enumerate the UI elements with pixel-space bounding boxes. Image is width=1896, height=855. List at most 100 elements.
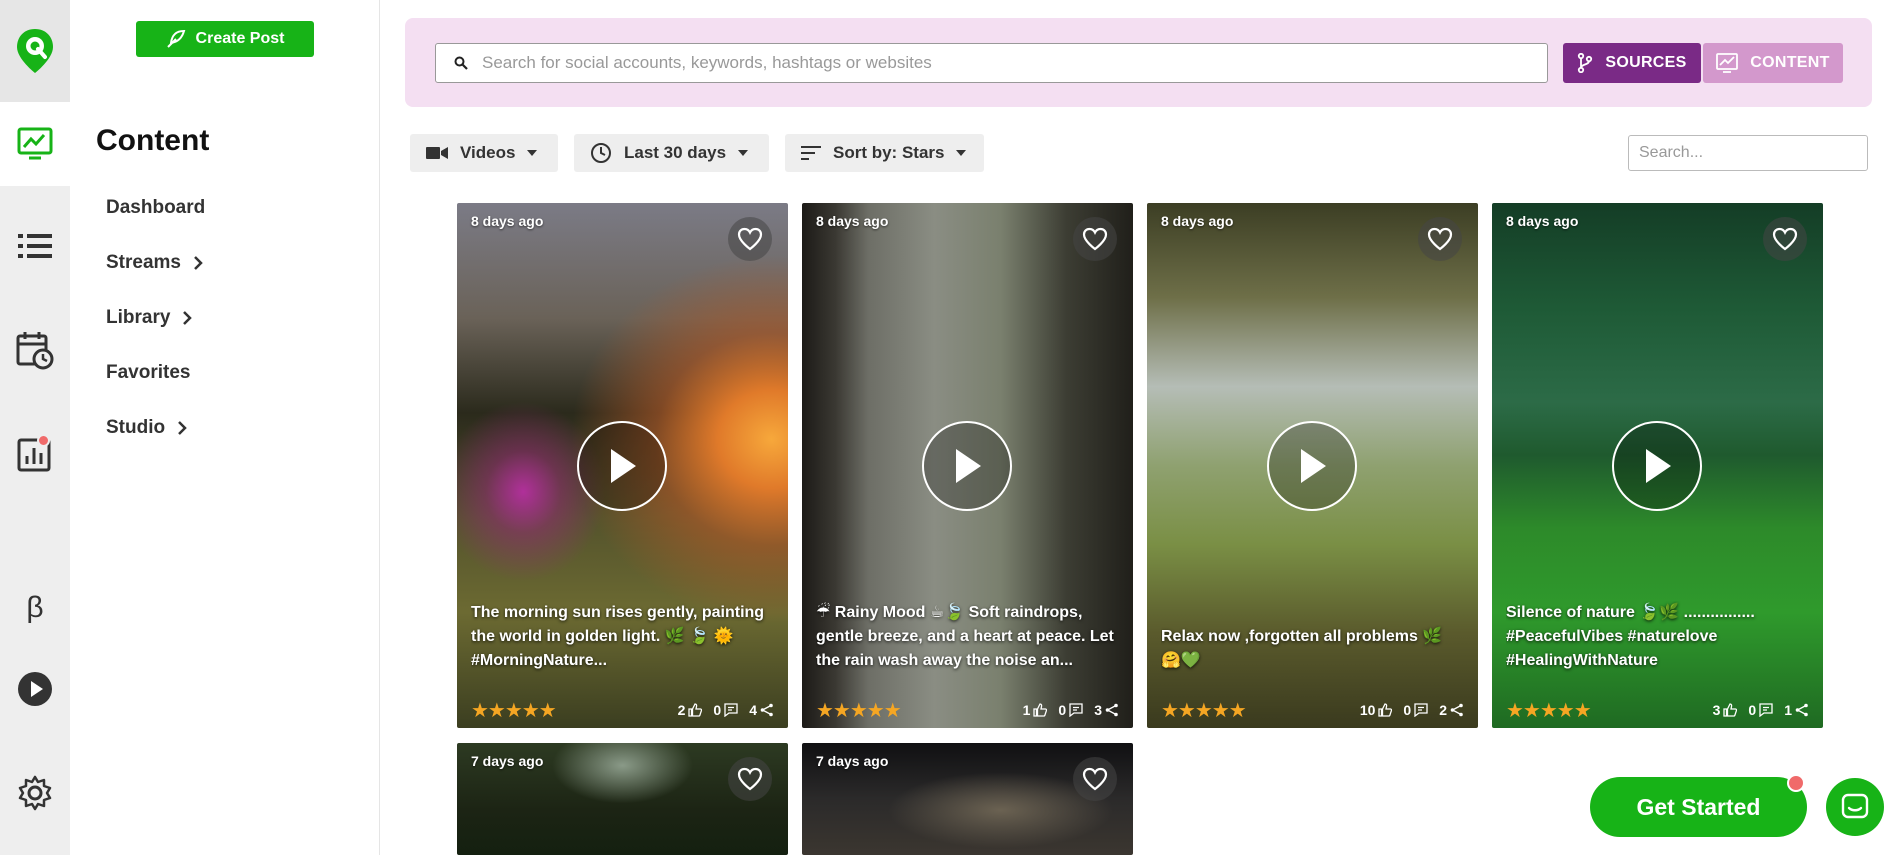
favorite-heart-icon[interactable] [1418,217,1462,261]
play-button[interactable] [1612,421,1702,511]
beta-icon[interactable]: β [0,578,70,638]
content-card[interactable]: 7 days ago [802,743,1133,855]
share-icon [1795,703,1808,717]
card-footer: ★★★★★ 10 0 2 [1161,698,1464,723]
nav-item-label: Studio [106,417,166,438]
post-age: 8 days ago [1161,213,1234,229]
post-caption: Silence of nature 🍃🌿 ................ #P… [1506,604,1755,669]
content-card[interactable]: 8 days ago Relax now ,forgotten all prob… [1147,203,1478,728]
caret-down-icon [738,150,749,156]
play-icon [611,449,636,483]
comment-count: 0 [1403,702,1412,718]
like-count: 1 [1022,702,1031,718]
chat-launcher-button[interactable] [1826,778,1884,836]
post-caption: The morning sun rises gently, painting t… [471,604,765,669]
favorite-heart-icon[interactable] [728,757,772,801]
nav-item-label: Dashboard [106,197,206,218]
play-icon [1301,449,1326,483]
star-rating[interactable]: ★★★★★ [471,698,557,723]
content-icon[interactable] [0,102,70,186]
content-card[interactable]: 8 days ago Silence of nature 🍃🌿 ........… [1492,203,1823,728]
gear-icon[interactable] [0,763,70,823]
chevron-right-icon [178,421,187,435]
logo-icon[interactable] [0,0,70,102]
page-title: Content [96,124,210,157]
comment-icon [1414,703,1428,717]
content-search-input[interactable] [1628,135,1868,171]
engagement-stats: 3 0 1 [1713,702,1809,718]
streams-list-icon[interactable] [0,216,70,276]
favorite-heart-icon[interactable] [1073,757,1117,801]
favorite-heart-icon[interactable] [1763,217,1807,261]
post-age: 7 days ago [816,753,889,769]
card-footer: ★★★★★ 2 0 4 [471,698,774,723]
video-camera-icon [426,147,448,159]
content-card[interactable]: 7 days ago [457,743,788,855]
play-button[interactable] [1267,421,1357,511]
nav-item-label: Streams [106,252,181,273]
content-button[interactable]: CONTENT [1703,43,1843,83]
content-nav: Create Post Content Dashboard Streams Li… [70,0,380,855]
comment-count: 0 [1058,702,1067,718]
icon-rail: β [0,0,70,855]
source-search-input[interactable] [482,53,1482,73]
nav-item-library[interactable]: Library [106,307,193,329]
play-circle-icon[interactable] [0,659,70,719]
comment-icon [1759,703,1773,717]
chat-icon [1841,793,1869,819]
nav-item-dashboard[interactable]: Dashboard [106,197,205,219]
caret-down-icon [956,150,967,156]
thumbs-up-icon [688,703,703,717]
calendar-clock-icon[interactable] [0,320,70,380]
sort-label: Sort by: Stars [833,143,945,162]
search-icon [454,56,468,70]
thumbs-up-icon [1033,703,1048,717]
like-count: 2 [677,702,686,718]
nav-item-streams[interactable]: Streams [106,252,203,274]
sources-button[interactable]: SOURCES [1563,43,1701,83]
card-footer: ★★★★★ 1 0 3 [816,698,1119,723]
analytics-icon[interactable] [0,424,70,484]
favorite-heart-icon[interactable] [728,217,772,261]
share-count: 2 [1439,702,1447,718]
post-caption: Relax now ,forgotten all problems 🌿 🤗💚 [1161,628,1443,669]
post-age: 8 days ago [816,213,889,229]
share-count: 3 [1094,702,1102,718]
star-rating[interactable]: ★★★★★ [1506,698,1592,723]
star-rating[interactable]: ★★★★★ [1161,698,1247,723]
comment-icon [724,703,738,717]
play-button[interactable] [922,421,1012,511]
type-filter-label: Videos [460,143,516,162]
content-label: CONTENT [1750,54,1830,71]
engagement-stats: 10 0 2 [1360,702,1464,718]
post-age: 8 days ago [1506,213,1579,229]
date-range-dropdown[interactable]: Last 30 days [574,134,769,172]
content-chart-icon [1716,53,1739,73]
content-card[interactable]: 8 days ago ☔ Rainy Mood ☕🍃 Soft raindrop… [802,203,1133,728]
nav-item-favorites[interactable]: Favorites [106,362,190,384]
sources-label: SOURCES [1605,54,1687,71]
branch-icon [1578,53,1593,73]
engagement-stats: 2 0 4 [678,702,774,718]
notification-dot [1787,774,1805,792]
comment-count: 0 [1748,702,1757,718]
nav-item-label: Favorites [106,362,191,383]
sort-dropdown[interactable]: Sort by: Stars [785,134,984,172]
notification-dot [37,434,50,447]
play-icon [956,449,981,483]
type-filter-dropdown[interactable]: Videos [410,134,558,172]
chevron-right-icon [194,256,203,270]
get-started-button[interactable]: Get Started [1590,777,1807,837]
star-rating[interactable]: ★★★★★ [816,698,902,723]
create-post-button[interactable]: Create Post [136,21,314,57]
play-button[interactable] [577,421,667,511]
content-card[interactable]: 8 days ago The morning sun rises gently,… [457,203,788,728]
like-count: 3 [1712,702,1721,718]
engagement-stats: 1 0 3 [1023,702,1119,718]
nav-item-label: Library [106,307,171,328]
nav-item-studio[interactable]: Studio [106,417,187,439]
favorite-heart-icon[interactable] [1073,217,1117,261]
play-icon [1646,449,1671,483]
like-count: 10 [1359,702,1376,718]
thumbs-up-icon [1723,703,1738,717]
